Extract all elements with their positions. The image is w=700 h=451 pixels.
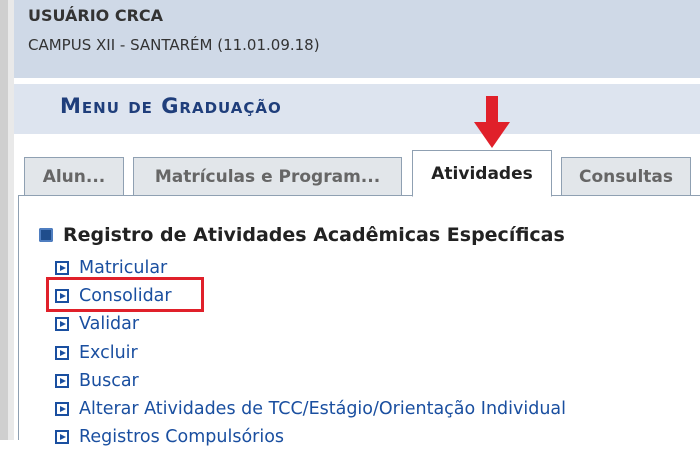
- link-registros-compulsorios[interactable]: Registros Compulsórios: [55, 423, 566, 451]
- section-heading: Registro de Atividades Acadêmicas Especí…: [39, 224, 565, 246]
- link-label[interactable]: Registros Compulsórios: [79, 427, 284, 447]
- section-title: Registro de Atividades Acadêmicas Especí…: [63, 224, 565, 246]
- tab-alunos[interactable]: Alun...: [24, 157, 124, 195]
- link-label[interactable]: Excluir: [79, 343, 138, 363]
- arrow-down-icon: [474, 96, 510, 148]
- tab-content: Registro de Atividades Acadêmicas Especí…: [18, 196, 700, 447]
- link-consolidar[interactable]: Consolidar: [55, 282, 566, 310]
- tab-matriculas[interactable]: Matrículas e Program...: [133, 157, 402, 195]
- link-label[interactable]: Validar: [79, 314, 139, 334]
- link-label[interactable]: Consolidar: [79, 286, 172, 306]
- window-edge: [0, 0, 8, 440]
- link-arrow-icon: [55, 345, 69, 360]
- link-arrow-icon: [55, 317, 69, 332]
- link-validar[interactable]: Validar: [55, 310, 566, 338]
- link-arrow-icon: [55, 430, 69, 445]
- menu-title: Menu de Graduação: [60, 94, 282, 118]
- link-label[interactable]: Matricular: [79, 258, 167, 278]
- link-matricular[interactable]: Matricular: [55, 254, 566, 282]
- link-arrow-icon: [55, 373, 69, 388]
- link-label[interactable]: Alterar Atividades de TCC/Estágio/Orient…: [79, 399, 566, 419]
- user-campus: CAMPUS XII - SANTARÉM (11.01.09.18): [28, 36, 320, 54]
- user-info-header: USUÁRIO CRCA CAMPUS XII - SANTARÉM (11.0…: [14, 0, 700, 78]
- link-arrow-icon: [55, 402, 69, 417]
- link-arrow-icon: [55, 261, 69, 276]
- user-name: USUÁRIO CRCA: [28, 6, 164, 25]
- tab-atividades[interactable]: Atividades: [412, 150, 552, 197]
- section-bullet-icon: [39, 228, 53, 242]
- link-alterar-atividades[interactable]: Alterar Atividades de TCC/Estágio/Orient…: [55, 395, 566, 423]
- tab-bar: Alun... Matrículas e Program... Atividad…: [14, 150, 700, 197]
- tab-consultas[interactable]: Consultas: [561, 157, 691, 195]
- menu-bar: Menu de Graduação: [14, 84, 700, 134]
- link-buscar[interactable]: Buscar: [55, 367, 566, 395]
- link-excluir[interactable]: Excluir: [55, 339, 566, 367]
- link-arrow-icon: [55, 289, 69, 304]
- activity-links: Matricular Consolidar Validar Excluir Bu…: [55, 254, 566, 451]
- link-label[interactable]: Buscar: [79, 371, 139, 391]
